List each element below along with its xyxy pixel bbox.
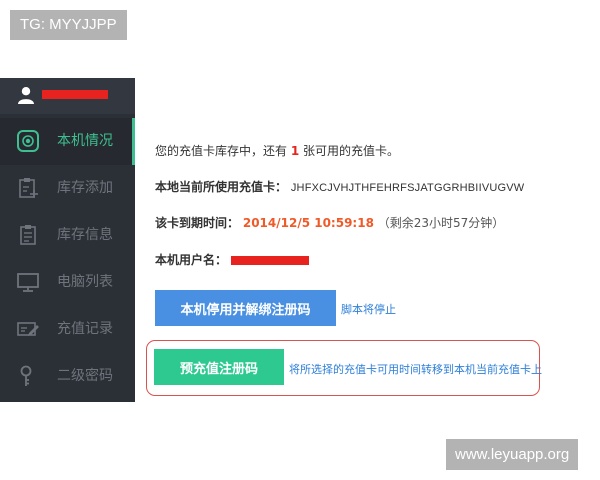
inventory-prefix: 您的充值卡库存中，还有 — [155, 144, 291, 158]
target-icon — [17, 130, 39, 152]
username-label: 本机用户名： — [155, 253, 228, 267]
sidebar-item-label: 电脑列表 — [57, 274, 113, 290]
sidebar-item-label: 本机情况 — [57, 133, 113, 149]
current-card-row: 本地当前所使用充值卡： JHFXCJVHJTHFEHRFSJATGGRHBIIV… — [155, 179, 524, 196]
sidebar-item-recharge-history[interactable]: 充值记录 — [0, 306, 135, 353]
monitor-icon — [17, 273, 39, 292]
inventory-status: 您的充值卡库存中，还有 1 张可用的充值卡。 — [155, 143, 399, 159]
precharge-hint: 将所选择的充值卡可用时间转移到本机当前充值卡上 — [289, 363, 542, 376]
username-row: 本机用户名： — [155, 252, 309, 268]
expiry-datetime: 2014/12/5 10:59:18 — [242, 216, 374, 230]
sidebar-item-label: 库存添加 — [57, 180, 113, 196]
key-icon — [20, 365, 32, 386]
sidebar-item-machine-status[interactable]: 本机情况 — [0, 118, 135, 165]
sidebar-user-row[interactable] — [0, 78, 135, 114]
sidebar-item-secondary-password[interactable]: 二级密码 — [0, 353, 135, 400]
sidebar-item-stock-add[interactable]: 库存添加 — [0, 165, 135, 212]
sidebar-item-stock-info[interactable]: 库存信息 — [0, 212, 135, 259]
sidebar-item-label: 充值记录 — [57, 321, 113, 337]
active-indicator — [132, 118, 135, 165]
user-icon — [18, 87, 34, 104]
sidebar-item-computer-list[interactable]: 电脑列表 — [0, 259, 135, 306]
inventory-suffix: 张可用的充值卡。 — [299, 144, 400, 158]
redacted-username — [42, 90, 108, 99]
expiry-label: 该卡到期时间： — [155, 216, 240, 230]
redacted-username-value — [230, 256, 309, 265]
unbind-registration-button[interactable]: 本机停用并解绑注册码 — [155, 290, 336, 326]
watermark-site-url: www.leyuapp.org — [446, 439, 579, 470]
current-card-code: JHFXCJVHJTHFEHRFSJATGGRHBIIVUGVW — [290, 182, 525, 194]
sidebar: 本机情况 库存添加 库存信息 电脑列表 充值记录 二级密码 — [0, 78, 135, 402]
expiry-remaining: （剩余23小时57分钟） — [377, 216, 505, 230]
clipboard-add-icon — [19, 178, 38, 198]
inventory-count: 1 — [290, 144, 300, 158]
sidebar-item-label: 二级密码 — [57, 368, 113, 384]
watermark-tag-top: TG: MYYJJPP — [10, 10, 127, 40]
expiry-row: 该卡到期时间： 2014/12/5 10:59:18 （剩余23小时57分钟） — [155, 215, 504, 231]
current-card-label: 本地当前所使用充值卡： — [155, 180, 288, 194]
clipboard-list-icon — [20, 225, 36, 245]
script-stop-note: 脚本将停止 — [341, 303, 396, 316]
precharge-registration-button[interactable]: 预充值注册码 — [154, 349, 284, 385]
card-edit-icon — [17, 322, 39, 336]
sidebar-item-label: 库存信息 — [57, 227, 113, 243]
